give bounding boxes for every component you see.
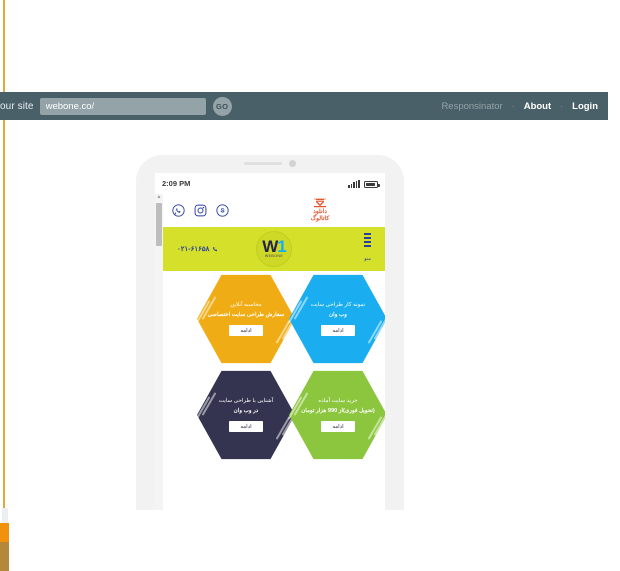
status-time: 2:09 PM xyxy=(162,179,191,188)
download-catalog-button[interactable]: دانلود کاتالوگ xyxy=(303,197,337,222)
url-field-label: our site xyxy=(0,100,34,112)
card-line2: در وب وان xyxy=(233,408,259,414)
site-logo[interactable]: W1 WEBONE xyxy=(256,231,292,267)
toolbar-links: Responsinator · About · Login xyxy=(441,101,598,112)
menu-label: منو xyxy=(364,255,371,262)
nav-link-about[interactable]: About xyxy=(524,101,551,112)
card-cta-button[interactable]: ادامه xyxy=(229,421,263,433)
logo-wordmark: WEBONE xyxy=(264,254,284,258)
card-cta-button[interactable]: ادامه xyxy=(321,325,355,337)
card-line2: وب وان xyxy=(329,312,347,318)
hex-shape: خرید سایت آماده (تحویل فوری)از 990 هزار … xyxy=(289,370,385,460)
whatsapp-icon[interactable] xyxy=(172,204,185,217)
nav-link-responsinator[interactable]: Responsinator xyxy=(441,101,502,112)
header-phone-text: ۰۲۱-۶۱۶۵۸ xyxy=(177,246,210,253)
status-indicators xyxy=(348,179,380,188)
site-header: ۰۲۱-۶۱۶۵۸ W1 WEBONE منو xyxy=(163,227,385,271)
scrollbar-thumb[interactable] xyxy=(156,203,162,246)
card-line1: محاسبه آنلاین xyxy=(230,301,262,308)
bottom-left-orange-strip xyxy=(0,523,9,542)
phone-screen: 2:09 PM ▲ دانلود کاتالوگ ۰۲۱-۶۱۶۵۸ W1 WE… xyxy=(155,173,385,510)
bottom-left-light-strip xyxy=(2,508,8,523)
link-separator-2: · xyxy=(560,101,564,111)
link-separator-1: · xyxy=(511,101,515,111)
hex-shape: محاسبه آنلاین سفارش طراحی سایت اختصاصی ا… xyxy=(197,274,295,364)
header-phone-number[interactable]: ۰۲۱-۶۱۶۵۸ xyxy=(177,245,219,253)
phone-notch xyxy=(218,155,322,172)
hex-card-ready-site-purchase[interactable]: خرید سایت آماده (تحویل فوری)از 990 هزار … xyxy=(287,369,385,461)
hex-card-grid: محاسبه آنلاین سفارش طراحی سایت اختصاصی ا… xyxy=(163,273,385,473)
phone-icon xyxy=(213,246,218,251)
menu-toggle[interactable]: منو xyxy=(364,233,371,264)
status-bar: 2:09 PM xyxy=(155,173,385,194)
responsinator-toolbar: our site GO Responsinator · About · Logi… xyxy=(0,92,608,120)
catalog-label-line2: کاتالوگ xyxy=(310,216,330,222)
battery-icon xyxy=(364,180,380,188)
bottom-left-brown-strip xyxy=(0,542,9,571)
card-line2: (تحویل فوری)از 990 هزار تومان xyxy=(301,408,375,414)
card-cta-button[interactable]: ادامه xyxy=(321,421,355,433)
go-button[interactable]: GO xyxy=(212,96,232,116)
hamburger-icon[interactable] xyxy=(364,233,371,247)
phone-camera xyxy=(289,160,296,167)
skype-icon[interactable] xyxy=(216,204,229,217)
hex-shape: آشنایی با طراحی سایت در وب وان ادامه xyxy=(197,370,295,460)
nav-link-login[interactable]: Login xyxy=(572,101,598,112)
card-line1: خرید سایت آماده xyxy=(318,397,358,404)
hex-card-custom-design-order[interactable]: محاسبه آنلاین سفارش طراحی سایت اختصاصی ا… xyxy=(195,273,297,365)
social-bar: دانلود کاتالوگ xyxy=(163,194,385,227)
card-line1: نمونه کار طراحی سایت xyxy=(310,301,366,308)
left-edge-rule xyxy=(3,0,5,571)
hex-card-about-design[interactable]: آشنایی با طراحی سایت در وب وان ادامه xyxy=(195,369,297,461)
phone-speaker xyxy=(244,162,282,165)
scroll-up-arrow[interactable]: ▲ xyxy=(155,194,163,201)
site-url-input[interactable] xyxy=(39,97,206,115)
signal-bars-icon xyxy=(348,179,360,188)
card-line2: سفارش طراحی سایت اختصاصی xyxy=(207,312,285,318)
hex-card-portfolio[interactable]: نمونه کار طراحی سایت وب وان ادامه xyxy=(287,273,385,365)
hex-shape: نمونه کار طراحی سایت وب وان ادامه xyxy=(289,274,385,364)
page-root: our site GO Responsinator · About · Logi… xyxy=(0,0,620,571)
page-scrollbar[interactable]: ▲ xyxy=(155,194,163,510)
instagram-icon[interactable] xyxy=(194,204,207,217)
phone-mockup: 2:09 PM ▲ دانلود کاتالوگ ۰۲۱-۶۱۶۵۸ W1 WE… xyxy=(136,155,404,510)
download-catalog-icon xyxy=(314,198,326,208)
catalog-label-line1: دانلود xyxy=(313,209,327,215)
card-cta-button[interactable]: ادامه xyxy=(229,325,263,337)
card-line1: آشنایی با طراحی سایت xyxy=(218,397,274,404)
logo-mark: W1 xyxy=(262,238,287,255)
